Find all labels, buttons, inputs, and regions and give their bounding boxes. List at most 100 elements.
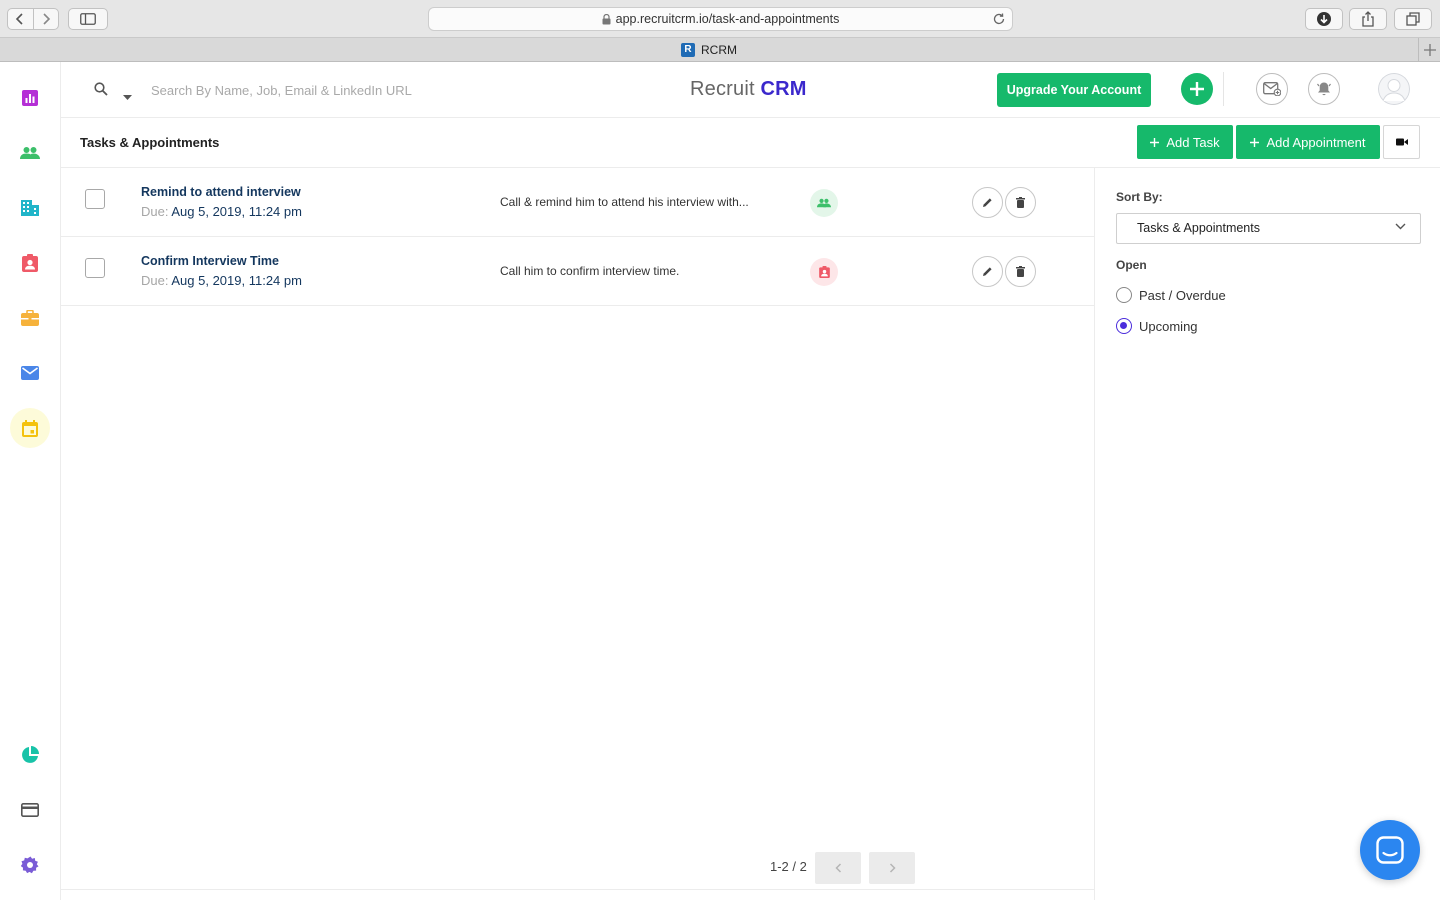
due-label: Due: — [141, 273, 169, 288]
pencil-icon — [983, 267, 992, 276]
browser-tab[interactable]: R RCRM — [0, 38, 1418, 61]
back-button[interactable] — [8, 9, 33, 29]
radio-circle[interactable] — [1116, 287, 1132, 303]
browser-nav-group — [7, 8, 59, 30]
sidebar-item-email[interactable] — [10, 353, 50, 393]
tabs-icon — [1406, 12, 1420, 26]
address-bar[interactable]: app.recruitcrm.io/task-and-appointments — [428, 7, 1013, 31]
url-text: app.recruitcrm.io/task-and-appointments — [615, 12, 840, 26]
search-scope-dropdown[interactable] — [123, 87, 132, 105]
trash-icon — [1016, 197, 1025, 208]
video-call-button[interactable] — [1383, 125, 1420, 159]
page-subheader: Tasks & Appointments Add Task Add Appoin… — [61, 118, 1440, 168]
related-contact-badge[interactable] — [810, 258, 838, 286]
radio-circle-selected[interactable] — [1116, 318, 1132, 334]
task-checkbox[interactable] — [85, 258, 105, 278]
brand-logo[interactable]: Recruit CRM — [690, 78, 807, 101]
lock-icon — [602, 13, 611, 24]
contacts-icon — [818, 266, 830, 278]
compose-email-button[interactable] — [1256, 73, 1288, 105]
candidates-icon — [20, 147, 40, 159]
task-due: Due: Aug 5, 2019, 11:24 pm — [141, 273, 302, 288]
due-value: Aug 5, 2019, 11:24 pm — [171, 273, 302, 288]
task-description: Call him to confirm interview time. — [500, 264, 680, 278]
header-divider — [1223, 72, 1224, 106]
sidebar-toggle-button[interactable] — [68, 8, 108, 30]
chat-icon — [1376, 836, 1404, 864]
user-avatar[interactable] — [1378, 73, 1410, 105]
add-task-button[interactable]: Add Task — [1137, 125, 1233, 159]
task-checkbox[interactable] — [85, 189, 105, 209]
pagination-text: 1-2 / 2 — [770, 859, 807, 874]
table-row[interactable]: Confirm Interview Time Due: Aug 5, 2019,… — [61, 237, 1094, 306]
task-title[interactable]: Confirm Interview Time — [141, 254, 279, 268]
next-page-button[interactable] — [869, 852, 915, 884]
sidebar-icon — [80, 13, 96, 25]
browser-toolbar: app.recruitcrm.io/task-and-appointments — [0, 0, 1440, 38]
tab-strip: R RCRM — [0, 38, 1440, 62]
sidebar-item-calendar[interactable] — [10, 408, 50, 448]
due-value: Aug 5, 2019, 11:24 pm — [171, 204, 302, 219]
forward-button[interactable] — [32, 9, 59, 29]
video-camera-icon — [1395, 138, 1408, 146]
search-button[interactable] — [94, 82, 108, 101]
trash-icon — [1016, 266, 1025, 277]
task-description: Call & remind him to attend his intervie… — [500, 195, 749, 209]
dashboard-icon — [22, 90, 38, 106]
task-title[interactable]: Remind to attend interview — [141, 185, 301, 199]
sidebar-item-contacts[interactable] — [10, 243, 50, 283]
sidebar-item-billing[interactable] — [10, 790, 50, 830]
chevron-left-icon — [16, 13, 23, 25]
filter-panel: Sort By: Tasks & Appointments Open Past … — [1094, 168, 1440, 900]
reload-icon[interactable] — [992, 12, 1006, 26]
app-header: Recruit CRM Upgrade Your Account — [61, 62, 1440, 118]
share-button[interactable] — [1349, 8, 1387, 30]
radio-label: Past / Overdue — [1139, 287, 1226, 303]
sidebar-item-companies[interactable] — [10, 188, 50, 228]
upgrade-account-button[interactable]: Upgrade Your Account — [997, 73, 1151, 107]
tab-title: RCRM — [701, 42, 737, 57]
prev-page-button[interactable] — [815, 852, 861, 884]
sidebar-item-jobs[interactable] — [10, 298, 50, 338]
caret-down-icon — [123, 95, 132, 100]
delete-button[interactable] — [1005, 256, 1036, 287]
sidebar-item-dashboard[interactable] — [10, 78, 50, 118]
add-appointment-button[interactable]: Add Appointment — [1236, 125, 1380, 159]
radio-label: Upcoming — [1139, 318, 1198, 334]
task-list: Remind to attend interview Due: Aug 5, 2… — [61, 168, 1094, 890]
chat-launcher-button[interactable] — [1360, 820, 1420, 880]
settings-icon — [21, 856, 39, 874]
notifications-button[interactable] — [1308, 73, 1340, 105]
plus-icon — [1150, 137, 1160, 147]
downloads-button[interactable] — [1305, 8, 1343, 30]
new-tab-button[interactable] — [1418, 38, 1440, 61]
billing-icon — [21, 803, 39, 817]
delete-button[interactable] — [1005, 187, 1036, 218]
candidates-icon — [817, 198, 831, 208]
sidebar-item-candidates[interactable] — [10, 133, 50, 173]
jobs-icon — [21, 310, 39, 326]
related-candidate-badge[interactable] — [810, 189, 838, 217]
sidebar-item-settings[interactable] — [10, 845, 50, 885]
left-sidebar — [0, 62, 61, 900]
add-task-label: Add Task — [1166, 134, 1220, 150]
companies-icon — [21, 200, 39, 216]
email-icon — [21, 366, 39, 380]
radio-upcoming[interactable]: Upcoming — [1116, 318, 1198, 334]
sort-select[interactable]: Tasks & Appointments — [1116, 213, 1421, 244]
sidebar-item-reports[interactable] — [10, 735, 50, 775]
tabs-overview-button[interactable] — [1394, 8, 1432, 30]
brand-text-crm: CRM — [760, 78, 807, 100]
task-due: Due: Aug 5, 2019, 11:24 pm — [141, 204, 302, 219]
page-title: Tasks & Appointments — [80, 135, 220, 150]
radio-past-overdue[interactable]: Past / Overdue — [1116, 287, 1226, 303]
quick-add-button[interactable] — [1181, 73, 1213, 105]
search-input[interactable] — [151, 78, 551, 102]
search-icon — [94, 82, 108, 96]
edit-button[interactable] — [972, 187, 1003, 218]
open-filter-label: Open — [1116, 258, 1147, 272]
edit-button[interactable] — [972, 256, 1003, 287]
plus-icon — [1190, 82, 1204, 96]
table-row[interactable]: Remind to attend interview Due: Aug 5, 2… — [61, 168, 1094, 237]
plus-icon — [1250, 137, 1260, 147]
